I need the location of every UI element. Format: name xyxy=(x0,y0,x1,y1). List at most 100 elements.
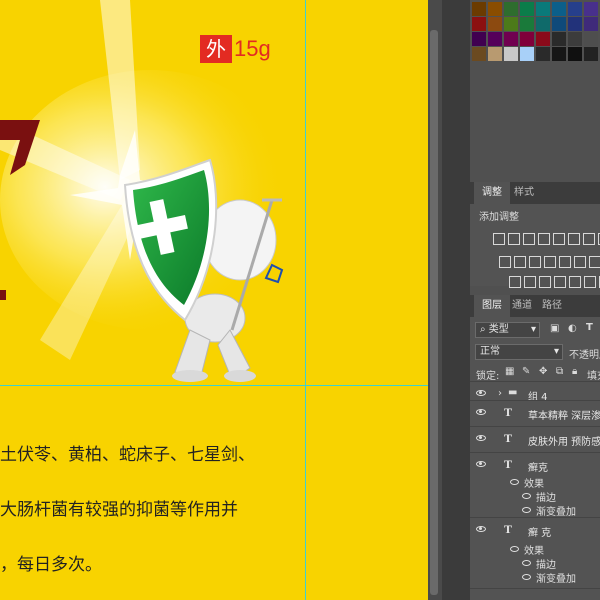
adjustment-preset-icon[interactable] xyxy=(523,233,535,245)
color-swatch[interactable] xyxy=(536,47,550,61)
chevron-down-icon: ▾ xyxy=(530,324,536,335)
adjustment-preset-icon[interactable] xyxy=(508,233,520,245)
layer-row-text[interactable]: T 皮肤外用 预防感染 xyxy=(470,426,600,452)
color-swatch[interactable] xyxy=(584,17,598,31)
adjustment-preset-icon[interactable] xyxy=(493,233,505,245)
document-canvas[interactable]: 外 15g 土伏苓、黄柏、蛇床子、七星剑、 大肠杆菌有较强的抑菌等作用并 ，每日… xyxy=(0,0,428,600)
color-swatch[interactable] xyxy=(520,47,534,61)
adjustment-preset-icon[interactable] xyxy=(574,256,586,268)
color-swatch[interactable] xyxy=(520,32,534,46)
adjustment-preset-icon[interactable] xyxy=(529,256,541,268)
adjustment-preset-icon[interactable] xyxy=(514,256,526,268)
adjustment-preset-icon[interactable] xyxy=(583,233,595,245)
color-swatch[interactable] xyxy=(584,47,598,61)
color-swatch[interactable] xyxy=(472,47,486,61)
layer-filter-select[interactable]: ⌕ 类型 ▾ xyxy=(475,322,540,338)
adjustment-preset-icon[interactable] xyxy=(554,276,566,288)
layers-tabbar: 图层 通道 路径 xyxy=(470,295,600,317)
adjustment-preset-icon[interactable] xyxy=(569,276,581,288)
color-swatch[interactable] xyxy=(520,17,534,31)
color-swatch[interactable] xyxy=(568,47,582,61)
color-swatch[interactable] xyxy=(536,17,550,31)
external-use-badge: 外 15g xyxy=(200,35,271,63)
color-swatch[interactable] xyxy=(472,32,486,46)
color-swatch[interactable] xyxy=(504,2,518,16)
search-icon: ⌕ xyxy=(480,324,486,335)
blend-mode-select[interactable]: 正常 ▾ xyxy=(475,344,563,360)
layer-row-partial[interactable] xyxy=(470,588,600,600)
lock-artboard-icon[interactable]: ⧉ xyxy=(556,366,563,377)
effect-line: 大肠杆菌有较强的抑菌等作用并 xyxy=(0,500,238,520)
visibility-eye-icon[interactable] xyxy=(476,390,486,396)
color-swatch[interactable] xyxy=(584,32,598,46)
tab-styles[interactable]: 样式 xyxy=(506,182,542,204)
lock-transparent-icon[interactable]: ▦ xyxy=(505,366,514,377)
adjustment-preset-icon[interactable] xyxy=(524,276,536,288)
color-swatch[interactable] xyxy=(488,47,502,61)
color-swatch[interactable] xyxy=(552,32,566,46)
canvas-scrollbar-thumb[interactable] xyxy=(430,30,438,595)
color-swatch[interactable] xyxy=(552,47,566,61)
visibility-eye-icon[interactable] xyxy=(476,526,486,532)
color-swatch[interactable] xyxy=(504,47,518,61)
layer-row-text[interactable]: T 草本精粹 深层渗透 xyxy=(470,400,600,426)
layer-row-text[interactable]: T 癣 克 xyxy=(470,517,600,543)
color-swatch[interactable] xyxy=(472,17,486,31)
text-layer-icon: T xyxy=(504,405,513,419)
adjustment-preset-icon[interactable] xyxy=(538,233,550,245)
color-swatch[interactable] xyxy=(504,32,518,46)
visibility-eye-icon[interactable] xyxy=(476,461,486,467)
color-swatch[interactable] xyxy=(536,32,550,46)
color-swatch[interactable] xyxy=(488,17,502,31)
visibility-eye-icon[interactable] xyxy=(522,493,531,499)
color-swatch[interactable] xyxy=(488,32,502,46)
color-swatch[interactable] xyxy=(488,2,502,16)
color-swatch[interactable] xyxy=(520,2,534,16)
visibility-eye-icon[interactable] xyxy=(522,574,531,580)
adjustment-preset-icon[interactable] xyxy=(553,233,565,245)
color-swatch[interactable] xyxy=(568,17,582,31)
color-swatch[interactable] xyxy=(536,2,550,16)
color-swatch[interactable] xyxy=(552,17,566,31)
effects-row[interactable]: 效果 xyxy=(470,542,600,557)
color-swatch[interactable] xyxy=(504,17,518,31)
color-swatch[interactable] xyxy=(568,2,582,16)
visibility-eye-icon[interactable] xyxy=(510,546,519,552)
tab-adjustments[interactable]: 调整 xyxy=(474,182,510,204)
layer-name: 癣克 xyxy=(528,463,548,474)
adjustment-preset-icon[interactable] xyxy=(544,256,556,268)
adjustment-preset-icon[interactable] xyxy=(584,276,596,288)
add-adjustment-title: 添加调整 xyxy=(479,212,519,223)
effects-row[interactable]: 效果 xyxy=(470,475,600,490)
effect-stroke-label: 描边 xyxy=(536,560,556,571)
effects-label: 效果 xyxy=(524,546,544,557)
color-swatch[interactable] xyxy=(568,32,582,46)
adjustment-preset-icon[interactable] xyxy=(568,233,580,245)
lock-position-icon[interactable]: ✥ xyxy=(539,366,547,377)
adjustment-preset-icon[interactable] xyxy=(559,256,571,268)
adjustment-preset-icon[interactable] xyxy=(539,276,551,288)
adjustment-filter-icon[interactable]: ◐ xyxy=(568,323,577,334)
effect-row[interactable]: 描边 xyxy=(470,489,600,504)
adjustment-preset-icon[interactable] xyxy=(499,256,511,268)
effect-row[interactable]: 渐变叠加 xyxy=(470,570,600,585)
type-filter-icon[interactable]: T xyxy=(586,322,593,333)
lock-paint-icon[interactable]: ✎ xyxy=(522,366,530,377)
visibility-eye-icon[interactable] xyxy=(522,560,531,566)
color-swatch[interactable] xyxy=(552,2,566,16)
color-swatch[interactable] xyxy=(584,2,598,16)
swatches-panel xyxy=(470,0,600,62)
visibility-eye-icon[interactable] xyxy=(476,409,486,415)
adjustment-preset-icon[interactable] xyxy=(509,276,521,288)
visibility-eye-icon[interactable] xyxy=(522,507,531,513)
adjustment-preset-icon[interactable] xyxy=(589,256,600,268)
lock-all-icon[interactable]: 🔒︎ xyxy=(572,366,577,377)
expand-chevron-icon[interactable]: › xyxy=(498,388,502,399)
pixel-filter-icon[interactable]: ▣ xyxy=(550,323,559,334)
effect-row[interactable]: 渐变叠加 xyxy=(470,503,600,518)
effect-row[interactable]: 描边 xyxy=(470,556,600,571)
tab-paths[interactable]: 路径 xyxy=(534,295,570,317)
visibility-eye-icon[interactable] xyxy=(476,435,486,441)
visibility-eye-icon[interactable] xyxy=(510,479,519,485)
color-swatch[interactable] xyxy=(472,2,486,16)
